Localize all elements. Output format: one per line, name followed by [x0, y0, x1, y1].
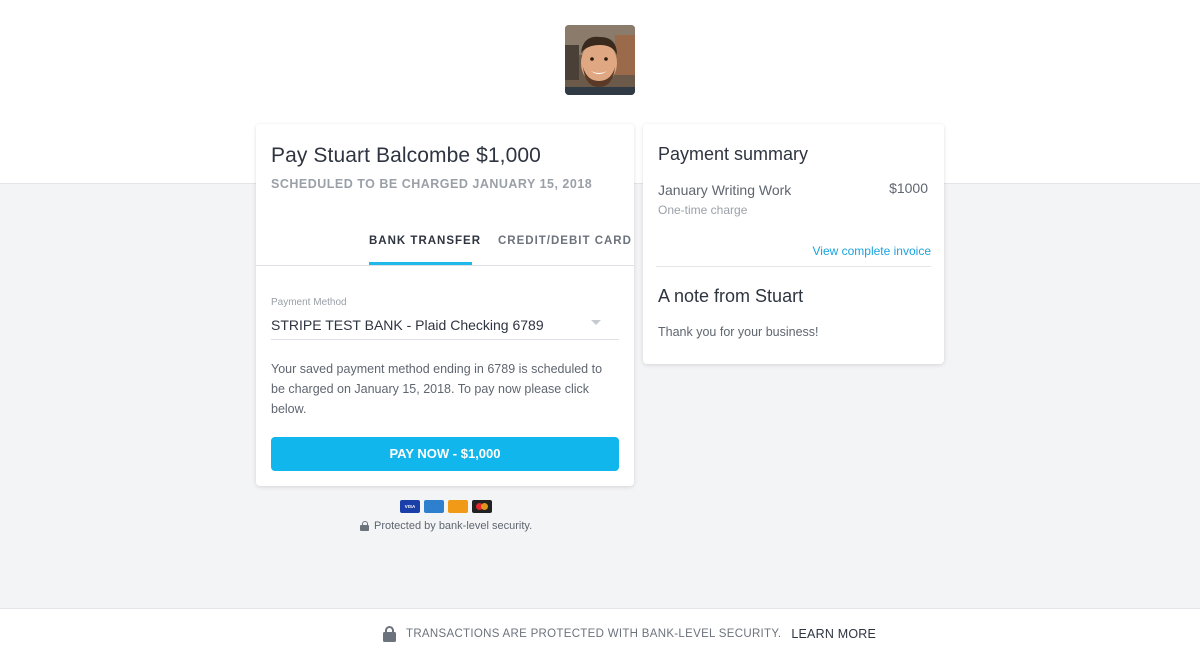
learn-more-link[interactable]: LEARN MORE: [791, 627, 876, 641]
scheduled-date: SCHEDULED TO BE CHARGED JANUARY 15, 2018: [271, 177, 593, 191]
summary-item-amount: $1000: [889, 180, 928, 196]
lock-icon: [383, 626, 396, 642]
chevron-down-icon: [591, 320, 601, 325]
payee-avatar: [565, 25, 635, 95]
tab-credit-debit-card[interactable]: CREDIT/DEBIT CARD: [498, 235, 632, 247]
discover-icon: [448, 500, 468, 513]
user-photo-icon: [565, 25, 635, 95]
visa-icon: VISA: [400, 500, 420, 513]
summary-title: Payment summary: [658, 144, 809, 164]
payment-notice: Your saved payment method ending in 6789…: [271, 362, 603, 416]
card-logos: VISA: [400, 500, 492, 513]
footer: TRANSACTIONS ARE PROTECTED WITH BANK-LEV…: [0, 608, 1200, 656]
note-title: A note from Stuart: [658, 286, 804, 306]
security-note-text: Protected by bank-level security.: [374, 520, 533, 532]
summary-divider: [656, 266, 931, 267]
payment-method-label: Payment Method: [271, 297, 347, 308]
tab-bank-transfer[interactable]: BANK TRANSFER: [369, 235, 481, 247]
amex-icon: [424, 500, 444, 513]
payment-summary-card: Payment summary January Writing Work $10…: [643, 124, 944, 364]
mastercard-icon: [472, 500, 492, 513]
summary-item-type: One-time charge: [658, 203, 748, 217]
view-invoice-link[interactable]: View complete invoice: [812, 244, 931, 258]
security-note: Protected by bank-level security.: [360, 520, 532, 532]
payment-method-value: STRIPE TEST BANK - Plaid Checking 6789: [271, 317, 544, 333]
note-text: Thank you for your business!: [658, 325, 819, 339]
payment-card: Pay Stuart Balcombe $1,000 SCHEDULED TO …: [256, 124, 634, 486]
lock-icon: [360, 521, 369, 531]
payment-title: Pay Stuart Balcombe $1,000: [271, 144, 541, 167]
pay-now-button[interactable]: PAY NOW - $1,000: [271, 437, 619, 471]
payment-method-select[interactable]: STRIPE TEST BANK - Plaid Checking 6789: [271, 314, 619, 340]
footer-security-text: TRANSACTIONS ARE PROTECTED WITH BANK-LEV…: [406, 628, 782, 640]
tab-divider: [256, 265, 634, 266]
summary-item-name: January Writing Work: [658, 182, 792, 198]
